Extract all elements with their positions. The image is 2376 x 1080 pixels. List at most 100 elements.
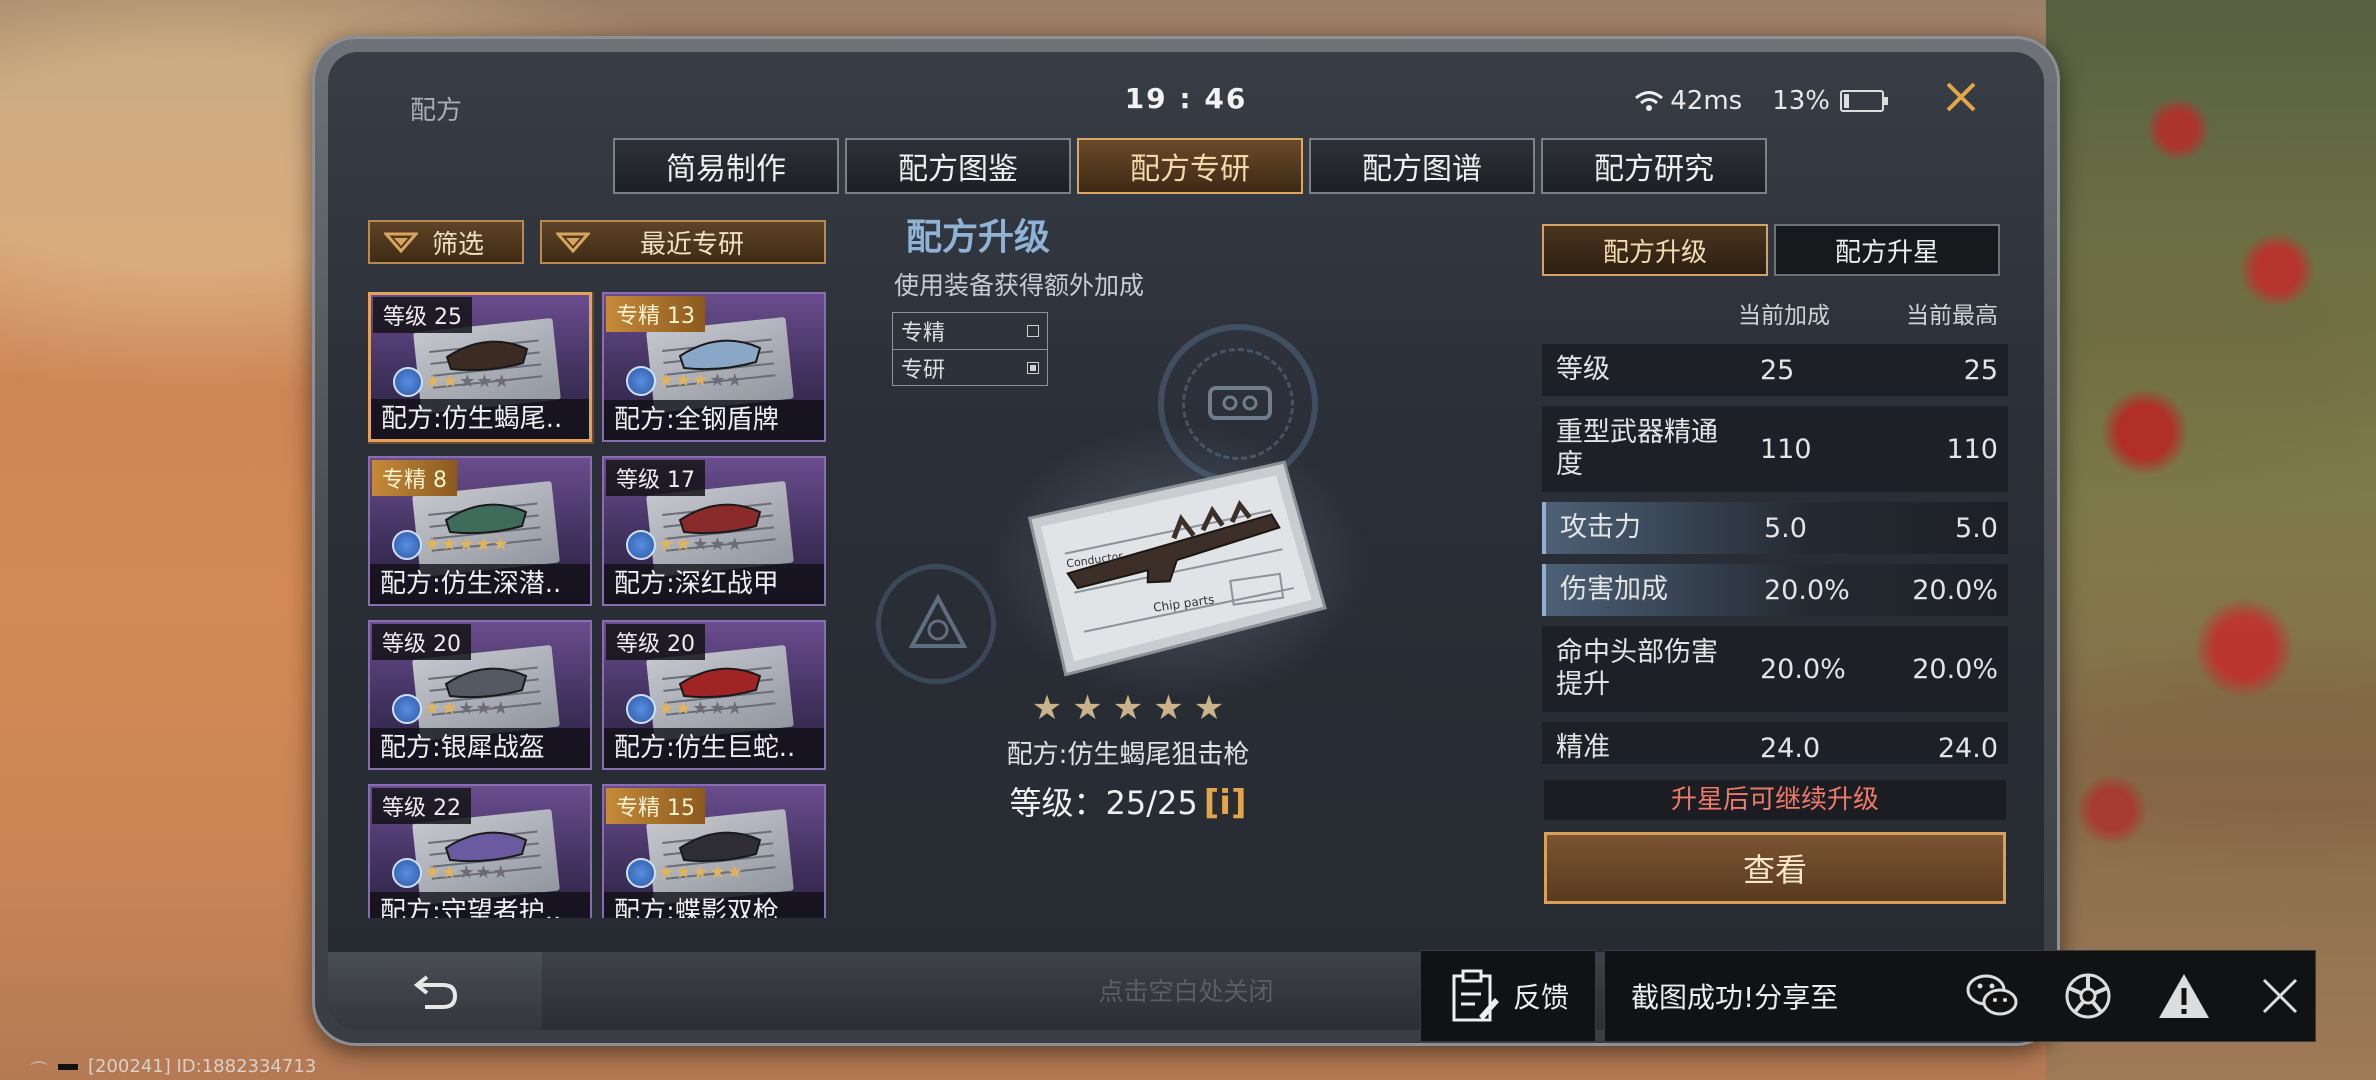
recipe-card[interactable]: 等级 17 ★ ★ ★ ★ ★ 配方:深红战甲	[602, 456, 826, 606]
info-button[interactable]: [i]	[1204, 783, 1247, 823]
current-bonus-header: 当前加成	[1738, 303, 1830, 329]
star-icon: ★	[424, 862, 441, 883]
star-icon: ★	[658, 534, 675, 555]
star-icon: ★	[1072, 688, 1103, 728]
dropdown-arrow-icon	[556, 232, 590, 253]
battery-fill	[1844, 94, 1849, 108]
recipe-card[interactable]: 等级 25 ★ ★ ★ ★ ★ 配方:仿生蝎尾..	[368, 292, 592, 442]
stat-max: 24.0	[1937, 732, 1998, 764]
stat-row: 伤害加成 20.0% 20.0%	[1542, 564, 2008, 616]
stat-current: 20.0%	[1760, 653, 1846, 685]
stat-row: 精准 24.0 24.0	[1542, 722, 2008, 764]
share-close-button[interactable]	[2249, 968, 2311, 1024]
stat-row: 重型武器精通度 110 110	[1542, 406, 2008, 492]
close-icon	[1946, 82, 1976, 112]
card-badge: 专精 15	[606, 788, 705, 824]
card-name: 配方:仿生蝎尾..	[371, 399, 589, 439]
stat-list[interactable]: 等级 25 25 重型武器精通度 110 110 攻击力 5.0 5.0 伤害加成 20.0% 20.…	[1542, 344, 2008, 764]
card-badge: 等级 20	[606, 624, 705, 660]
star-icon: ★	[493, 371, 510, 392]
footer-id: [200241] ID:1882334713	[30, 1056, 316, 1077]
wifi-icon	[1635, 91, 1664, 111]
report-button[interactable]	[2153, 968, 2215, 1024]
legend-box: 专精 专研	[892, 312, 1048, 386]
card-name: 配方:深红战甲	[604, 564, 824, 604]
tab-1[interactable]: 简易制作	[613, 138, 839, 194]
legend-row[interactable]: 专精	[893, 313, 1047, 349]
close-icon	[2262, 978, 2298, 1014]
filter-arrow-icon	[384, 232, 418, 253]
stat-row: 等级 25 25	[1542, 344, 2008, 396]
card-stars: ★ ★ ★ ★ ★	[424, 700, 509, 718]
stat-row: 命中头部伤害提升 20.0% 20.0%	[1542, 626, 2008, 712]
window-close-button[interactable]	[1924, 68, 1998, 126]
wechat-icon	[1966, 974, 2018, 1016]
moments-icon	[2065, 973, 2111, 1019]
card-stars: ★ ★ ★ ★ ★	[658, 372, 743, 390]
battery-mini-icon	[58, 1063, 78, 1070]
back-button[interactable]	[328, 952, 542, 1030]
tab-2[interactable]: 配方图鉴	[845, 138, 1071, 194]
back-arrow-icon	[413, 975, 458, 1009]
stat-row: 攻击力 5.0 5.0	[1542, 502, 2008, 554]
star-icon: ★	[441, 698, 458, 719]
star-icon: ★	[459, 371, 476, 392]
tab-recipe-upgrade[interactable]: 配方升级	[1542, 224, 1768, 276]
card-stars: ★ ★ ★ ★ ★	[658, 536, 743, 554]
star-icon: ★	[458, 862, 475, 883]
battery-icon	[1840, 90, 1888, 112]
card-stars: ★ ★ ★ ★ ★	[424, 536, 509, 554]
view-button[interactable]: 查看	[1544, 832, 2006, 904]
star-up-notice: 升星后可继续升级	[1544, 780, 2006, 820]
feedback-label: 反馈	[1513, 981, 1570, 1014]
recipe-name: 配方:仿生蝎尾狙击枪	[1006, 740, 1250, 770]
tab-4[interactable]: 配方图谱	[1309, 138, 1535, 194]
recent-research-label: 最近专研	[640, 229, 745, 260]
star-icon: ★	[1153, 688, 1184, 728]
wrench-icon	[626, 858, 656, 888]
stat-label: 精准	[1556, 732, 1610, 763]
star-icon: ★	[692, 862, 709, 883]
recent-research-button[interactable]: 最近专研	[540, 220, 826, 264]
battery-indicator: 13%	[1772, 86, 1888, 116]
main-tabs: 简易制作 配方图鉴 配方专研 配方图谱 配方研究	[613, 138, 1767, 194]
card-badge: 等级 25	[373, 297, 472, 333]
star-icon: ★	[726, 862, 743, 883]
background-flowers	[2046, 0, 2376, 1080]
star-icon: ★	[709, 534, 726, 555]
checkbox-icon	[1027, 325, 1039, 337]
recipe-card[interactable]: 专精 13 ★ ★ ★ ★ ★ 配方:全钢盾牌	[602, 292, 826, 442]
star-icon: ★	[1193, 688, 1225, 728]
level-label: 等级：	[1009, 784, 1106, 822]
info-icon: i	[1219, 783, 1231, 823]
star-icon: ★	[726, 534, 743, 555]
tab-recipe-star-up[interactable]: 配方升星	[1774, 224, 2000, 276]
wrench-icon	[626, 530, 656, 560]
star-icon: ★	[492, 698, 509, 719]
card-badge: 等级 22	[372, 788, 471, 824]
star-icon: ★	[441, 534, 458, 555]
card-badge: 专精 8	[372, 460, 457, 496]
tab-3[interactable]: 配方专研	[1077, 138, 1303, 194]
legend-row[interactable]: 专研	[893, 349, 1047, 385]
card-badge: 等级 20	[372, 624, 471, 660]
filter-button[interactable]: 筛选	[368, 220, 524, 264]
feedback-button[interactable]: 反馈	[1420, 950, 1596, 1042]
recipe-card[interactable]: 等级 22 ★ ★ ★ ★ ★ 配方:守望者护..	[368, 784, 592, 918]
share-wechat-button[interactable]	[1961, 968, 2023, 1024]
star-icon: ★	[675, 862, 692, 883]
stat-max: 20.0%	[1912, 574, 1998, 606]
recipe-card[interactable]: 专精 8 ★ ★ ★ ★ ★ 配方:仿生深潜..	[368, 456, 592, 606]
wrench-icon	[392, 858, 422, 888]
recipe-card[interactable]: 等级 20 ★ ★ ★ ★ ★ 配方:银犀战盔	[368, 620, 592, 770]
card-name: 配方:蝶影双枪	[604, 892, 824, 918]
recipe-level: 等级：25/25 [i]	[738, 778, 1518, 824]
triangle-badge-icon	[908, 593, 968, 648]
card-name: 配方:银犀战盔	[370, 728, 590, 768]
card-name: 配方:守望者护..	[370, 892, 590, 918]
wrench-icon	[393, 367, 423, 397]
filter-label: 筛选	[432, 229, 485, 260]
tab-5[interactable]: 配方研究	[1541, 138, 1767, 194]
share-moments-button[interactable]	[2057, 968, 2119, 1024]
star-icon: ★	[726, 370, 743, 391]
